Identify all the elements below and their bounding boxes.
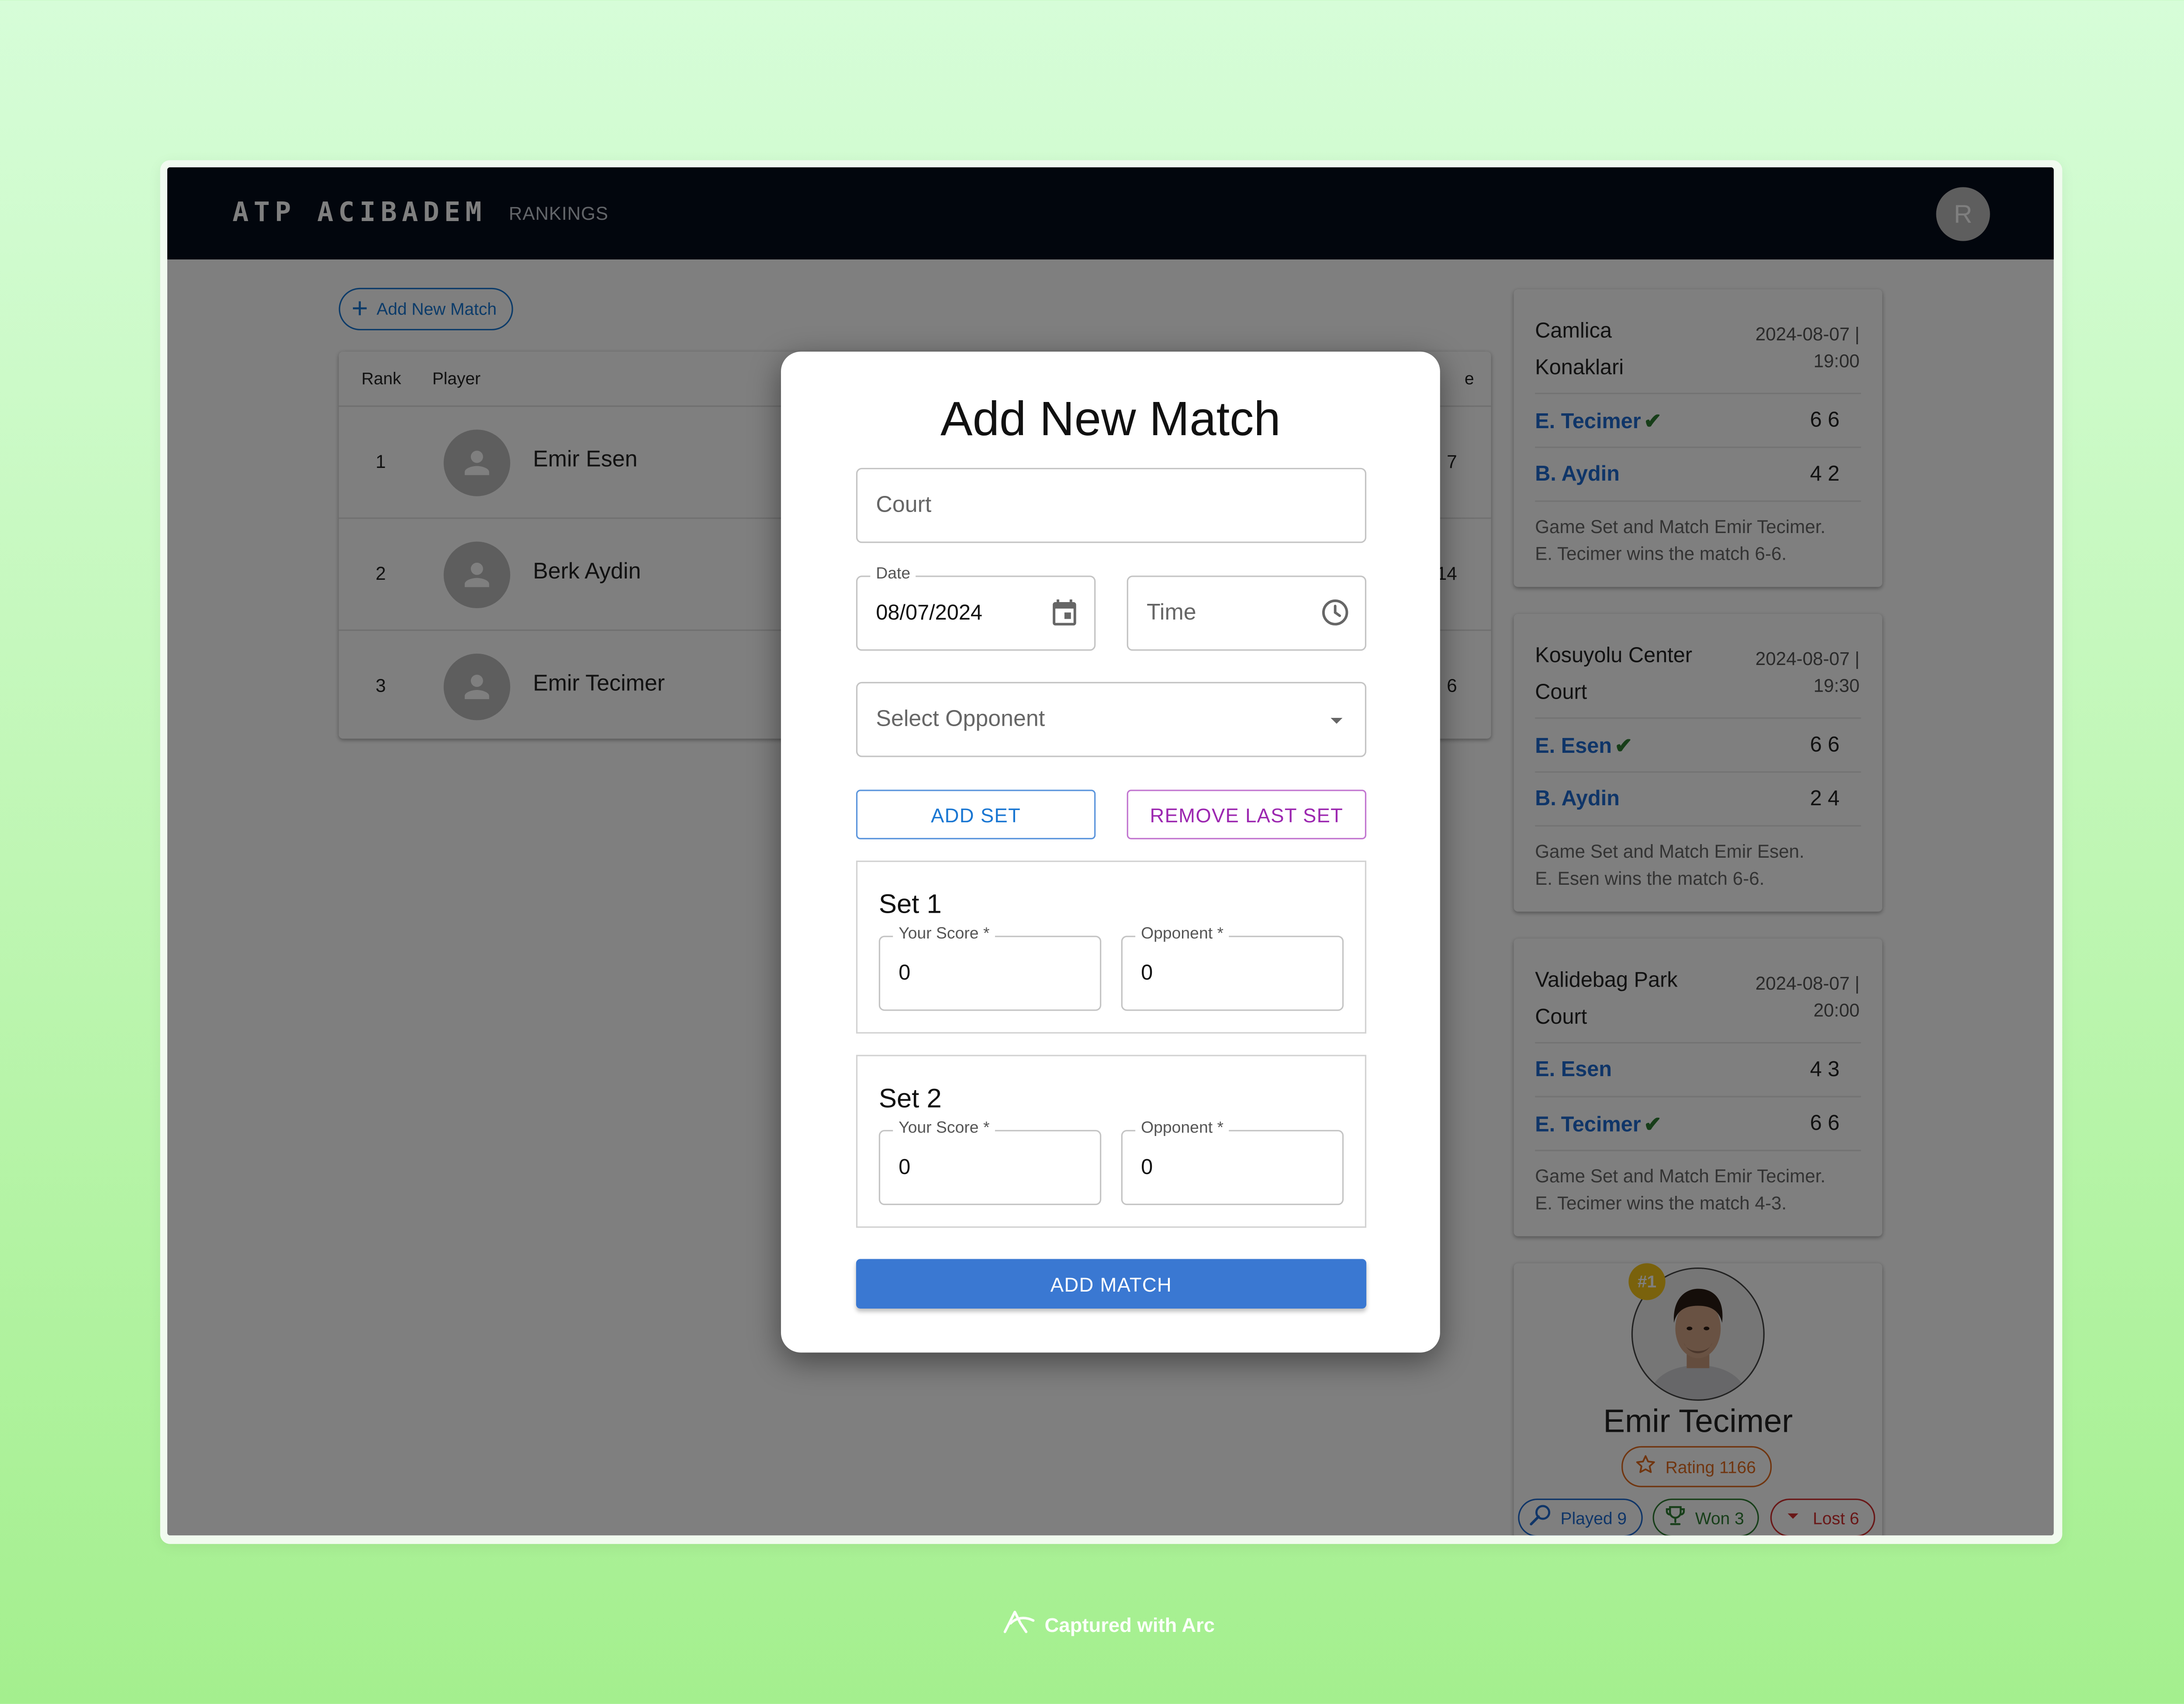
court-input[interactable]: Court xyxy=(856,468,1367,543)
opponent-placeholder: Select Opponent xyxy=(876,707,1045,732)
screenshot-root: ATP ACIBADEM RANKINGS R + Add New Match … xyxy=(0,0,2184,1704)
clock-icon[interactable] xyxy=(1320,597,1351,635)
chevron-down-icon xyxy=(1322,706,1351,741)
opponent-select[interactable]: Select Opponent xyxy=(856,682,1367,757)
add-match-dialog: Add New Match Court Date 08/07/2024 Time… xyxy=(781,351,1440,1353)
set-title: Set 1 xyxy=(878,890,942,920)
set-1-your-score-input[interactable]: Your Score * 0 xyxy=(878,925,1102,1011)
calendar-icon[interactable] xyxy=(1049,597,1080,635)
your-score-label: Your Score * xyxy=(893,925,995,943)
set-2-opponent-score-input[interactable]: Opponent * 0 xyxy=(1121,1120,1344,1205)
remove-last-set-button[interactable]: REMOVE LAST SET xyxy=(1127,790,1367,839)
arc-logo-icon xyxy=(1002,1608,1036,1641)
add-set-button[interactable]: ADD SET xyxy=(856,790,1096,839)
time-input[interactable]: Time xyxy=(1127,575,1367,651)
opponent-score-value: 0 xyxy=(1141,961,1153,986)
add-match-submit-button[interactable]: ADD MATCH xyxy=(856,1259,1367,1309)
set-2-your-score-input[interactable]: Your Score * 0 xyxy=(878,1120,1102,1205)
captured-with-arc: Captured with Arc xyxy=(1002,1608,1215,1641)
time-placeholder: Time xyxy=(1147,601,1196,626)
opponent-score-label: Opponent * xyxy=(1135,1120,1229,1137)
set-1-opponent-score-input[interactable]: Opponent * 0 xyxy=(1121,925,1344,1011)
dialog-title: Add New Match xyxy=(940,392,1281,447)
set-1-section: Set 1 Your Score * 0 Opponent * 0 xyxy=(856,860,1367,1034)
set-title: Set 2 xyxy=(878,1084,942,1115)
app-window: ATP ACIBADEM RANKINGS R + Add New Match … xyxy=(167,167,2054,1536)
date-label: Date xyxy=(870,565,916,583)
your-score-value: 0 xyxy=(898,1155,911,1180)
captured-label: Captured with Arc xyxy=(1044,1613,1215,1635)
date-value: 08/07/2024 xyxy=(876,601,982,626)
court-placeholder: Court xyxy=(876,493,932,518)
opponent-score-value: 0 xyxy=(1141,1155,1153,1180)
date-input[interactable]: Date 08/07/2024 xyxy=(856,565,1096,651)
your-score-label: Your Score * xyxy=(893,1120,995,1137)
opponent-score-label: Opponent * xyxy=(1135,925,1229,943)
set-2-section: Set 2 Your Score * 0 Opponent * 0 xyxy=(856,1055,1367,1228)
your-score-value: 0 xyxy=(898,961,911,986)
